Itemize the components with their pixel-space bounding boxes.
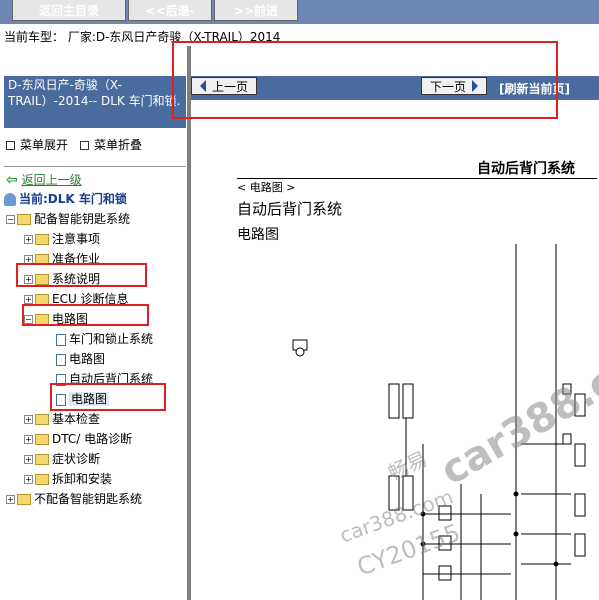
tree-item-label: 电路图: [69, 352, 106, 366]
doc-title: 自动后背门系统: [237, 200, 343, 218]
menu-collapse-button[interactable]: 菜单折叠: [80, 136, 142, 153]
folder-icon: [35, 414, 49, 425]
expand-toggle-icon[interactable]: +: [6, 495, 15, 504]
tree-item-dtc-diagnosis[interactable]: + DTC/ 电路诊断: [24, 429, 132, 449]
tree-item-smart-key[interactable]: − 配备智能钥匙系统: [6, 209, 130, 229]
forward-button[interactable]: >>前进: [214, 0, 298, 21]
expand-toggle-icon[interactable]: +: [24, 455, 33, 464]
database-icon: [4, 193, 16, 206]
tree-item-label: 基本检查: [52, 412, 101, 426]
highlight-pager-box: [172, 41, 558, 119]
tree-item-precautions[interactable]: + 注意事项: [24, 229, 100, 249]
expand-icon: [6, 141, 15, 150]
home-button[interactable]: 返回主目录: [12, 0, 126, 21]
menu-expand-button[interactable]: 菜单展开: [6, 136, 68, 153]
tree-item-label: 注意事项: [52, 232, 101, 246]
forward-button-label: >>前进: [233, 3, 279, 18]
expand-toggle-icon[interactable]: +: [24, 235, 33, 244]
tree-item-no-smart-key[interactable]: + 不配备智能钥匙系统: [6, 489, 142, 509]
tree-item-label: 症状诊断: [52, 452, 101, 466]
page-icon: [56, 333, 66, 346]
tree-back-label: 返回上一级: [21, 173, 82, 187]
doc-crumb: < 电路图 >: [237, 181, 296, 194]
tree-item-basic-inspection[interactable]: + 基本检查: [24, 409, 100, 429]
folder-icon: [17, 494, 31, 505]
menu-expand-label: 菜单展开: [20, 138, 69, 152]
tree-back-link[interactable]: ⇦ 返回上一级: [6, 170, 82, 190]
expand-toggle-icon[interactable]: +: [24, 415, 33, 424]
page-icon: [56, 353, 66, 366]
tree-item-label: 车门和锁止系统: [69, 332, 154, 346]
back-button[interactable]: <<后退-: [128, 0, 212, 21]
menu-row: 菜单展开 菜单折叠: [4, 128, 186, 167]
tree-item-door-lock-diagram[interactable]: 电路图: [56, 349, 105, 369]
expand-toggle-icon[interactable]: +: [24, 295, 33, 304]
tree-item-removal-installation[interactable]: + 拆卸和安装: [24, 469, 112, 489]
tree-current-label: 当前:DLK 车门和锁: [19, 192, 127, 206]
folder-icon: [35, 474, 49, 485]
tree-item-label: 配备智能钥匙系统: [34, 212, 131, 226]
folder-icon: [35, 454, 49, 465]
home-button-label: 返回主目录: [38, 3, 99, 18]
folder-open-icon: [17, 214, 31, 225]
doc-subtitle: 电路图: [237, 227, 279, 243]
tree-item-label: 拆卸和安装: [52, 472, 113, 486]
back-arrow-icon: ⇦: [6, 172, 18, 188]
document-view: 自动后背门系统 < 电路图 > 自动后背门系统 电路图 car388.com 畅…: [191, 124, 599, 600]
folder-icon: [35, 434, 49, 445]
highlight-wiring-diagram-box: [22, 304, 149, 326]
expand-toggle-icon[interactable]: +: [24, 475, 33, 484]
tree-item-door-lock-system[interactable]: 车门和锁止系统: [56, 329, 153, 349]
expand-toggle-icon[interactable]: +: [24, 435, 33, 444]
highlight-selected-diagram-box: [50, 383, 166, 411]
back-button-label: <<后退-: [145, 3, 195, 18]
collapse-icon: [80, 141, 89, 150]
top-toolbar: 返回主目录 <<后退- >>前进: [0, 0, 599, 24]
folder-icon: [35, 234, 49, 245]
doc-header-right: 自动后背门系统: [477, 161, 575, 177]
left-title: D-东风日产-奇骏（X-TRAIL）-2014-- DLK 车门和锁.: [8, 78, 181, 108]
tree-item-symptom-diagnosis[interactable]: + 症状诊断: [24, 449, 100, 469]
tree-current: 当前:DLK 车门和锁: [4, 189, 127, 209]
menu-collapse-label: 菜单折叠: [94, 138, 143, 152]
left-title-box: D-东风日产-奇骏（X-TRAIL）-2014-- DLK 车门和锁.: [4, 76, 186, 128]
highlight-system-description-box: [16, 263, 147, 287]
collapse-toggle-icon[interactable]: −: [6, 215, 15, 224]
tree-item-label: DTC/ 电路诊断: [52, 432, 133, 446]
tree-item-label: 不配备智能钥匙系统: [34, 492, 143, 506]
